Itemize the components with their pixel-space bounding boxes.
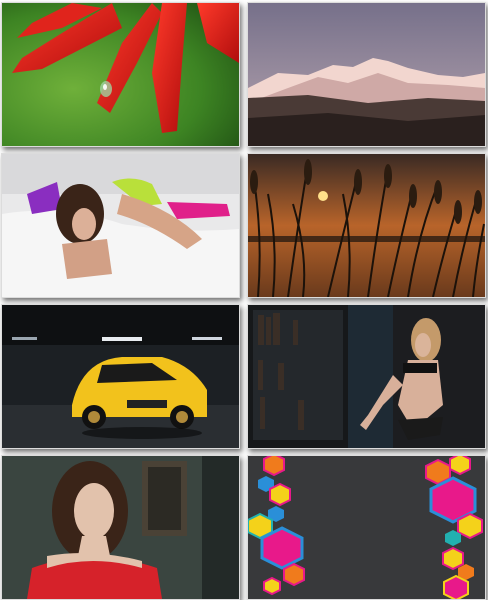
yellow-car-image (2, 305, 239, 448)
wallpaper-thumbnail-yellow-car[interactable] (1, 304, 240, 449)
wallpaper-thumbnail-woman-bookshelf[interactable] (247, 304, 486, 449)
sunset-image (248, 154, 485, 297)
wallpaper-thumbnail-woman-bed[interactable] (1, 153, 240, 298)
wallpaper-thumbnail-red-flower[interactable] (1, 2, 240, 147)
wallpaper-thumbnail-sunset[interactable] (247, 153, 486, 298)
woman-bookshelf-image (248, 305, 485, 448)
woman-bed-image (2, 154, 239, 297)
wallpaper-thumbnail-woman-red-top[interactable] (1, 455, 240, 600)
red-flower-image (2, 3, 239, 146)
wallpaper-thumbnail-hexagons[interactable] (247, 455, 486, 600)
wallpaper-thumbnail-mountains[interactable] (247, 2, 486, 147)
hexagons-image (248, 456, 485, 599)
woman-red-top-image (2, 456, 239, 599)
mountains-image (248, 3, 485, 146)
